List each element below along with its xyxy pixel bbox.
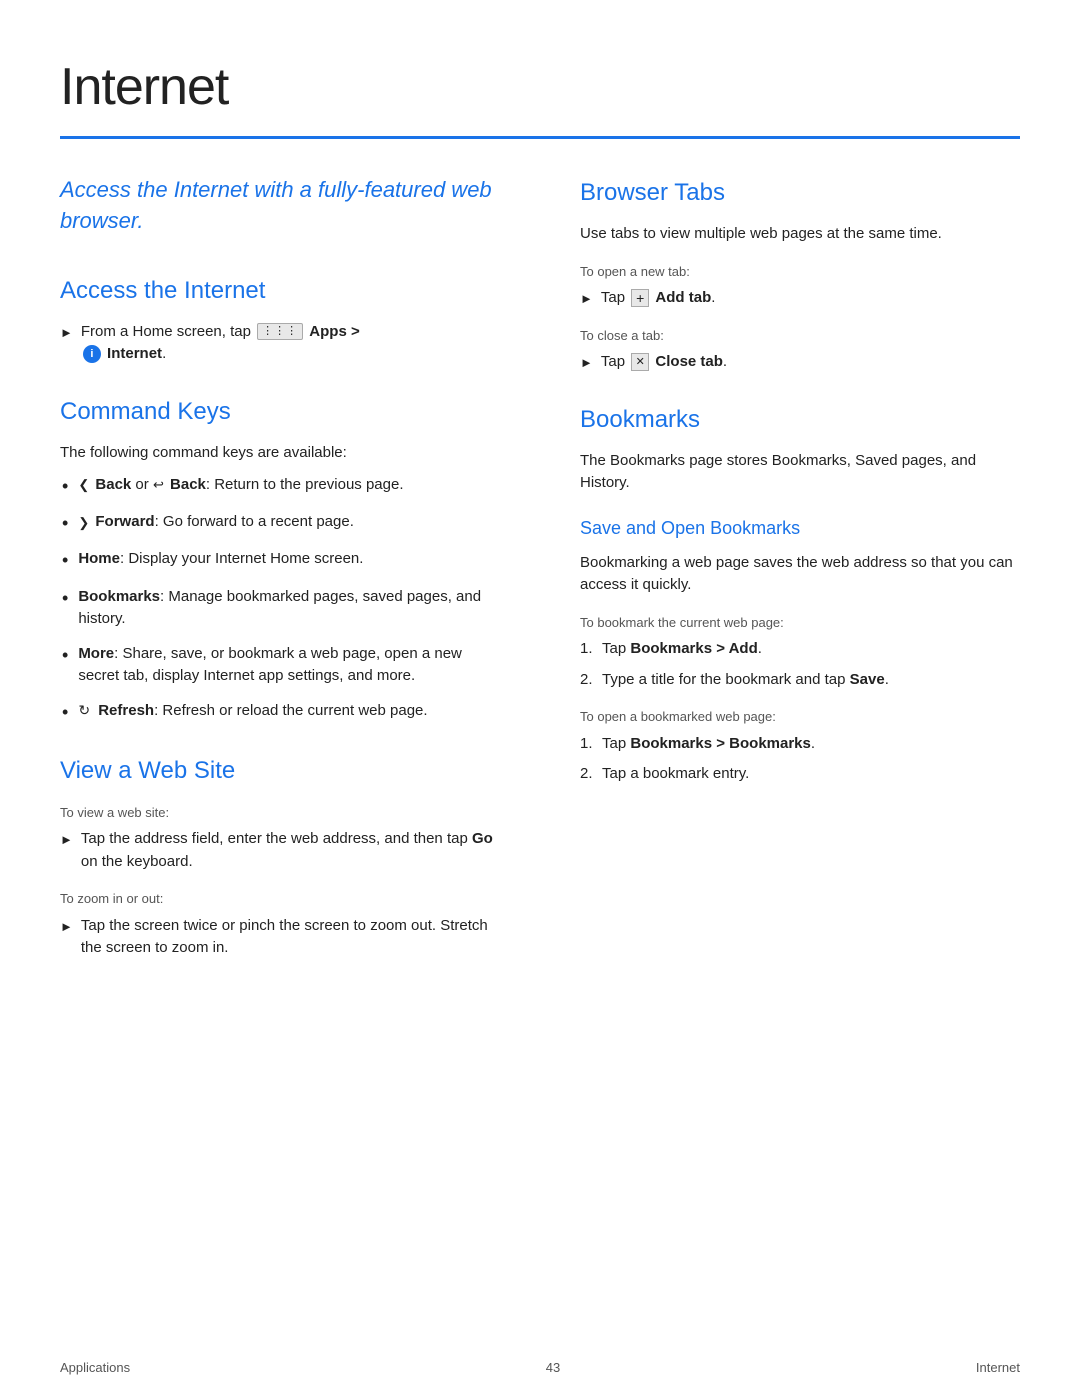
footer-right: Internet	[976, 1358, 1020, 1378]
save-open-title: Save and Open Bookmarks	[580, 515, 1020, 542]
list-item-bookmarks: • Bookmarks: Manage bookmarked pages, sa…	[60, 586, 500, 631]
bookmark-step-2: 2. Type a title for the bookmark and tap…	[580, 669, 1020, 692]
footer-center: 43	[130, 1358, 976, 1378]
command-keys-title: Command Keys	[60, 394, 500, 430]
arrow-icon: ►	[580, 353, 593, 373]
back-arrow-icon: ↩	[153, 475, 164, 495]
open-step-num-1: 1.	[580, 733, 602, 756]
bullet-dot: •	[62, 586, 68, 611]
access-internet-title: Access the Internet	[60, 273, 500, 309]
apps-grid-icon: ⋮⋮⋮	[257, 323, 303, 340]
bookmark-step-1: 1. Tap Bookmarks > Add.	[580, 638, 1020, 661]
page: Internet Access the Internet with a full…	[0, 0, 1080, 1397]
command-keys-list: • ❮ Back or ↩ Back: Return to the previo…	[60, 474, 500, 725]
blue-rule	[60, 136, 1020, 139]
list-item-home: • Home: Display your Internet Home scree…	[60, 548, 500, 573]
close-tab-icon: ✕	[631, 353, 649, 371]
section-access-internet: Access the Internet ► From a Home screen…	[60, 273, 500, 366]
subsection-save-open-bookmarks: Save and Open Bookmarks Bookmarking a we…	[580, 515, 1020, 786]
list-item-more: • More: Share, save, or bookmark a web p…	[60, 643, 500, 688]
close-tab-text: Tap ✕ Close tab.	[601, 351, 727, 374]
back-text: ❮ Back or ↩ Back: Return to the previous…	[78, 474, 500, 497]
access-internet-text: From a Home screen, tap ⋮⋮⋮ Apps > i Int…	[81, 321, 360, 366]
bullet-dot: •	[62, 548, 68, 573]
refresh-text: ↻ Refresh: Refresh or reload the current…	[78, 700, 500, 723]
command-keys-intro: The following command keys are available…	[60, 442, 500, 465]
to-zoom-label: To zoom in or out:	[60, 889, 500, 909]
arrow-icon: ►	[580, 289, 593, 309]
open-step-num-2: 2.	[580, 763, 602, 786]
left-column: Access the Internet with a fully-feature…	[60, 175, 540, 1337]
open-bookmark-steps-list: 1. Tap Bookmarks > Bookmarks. 2. Tap a b…	[580, 733, 1020, 786]
view-step1: ► Tap the address field, enter the web a…	[60, 828, 500, 873]
open-bookmark-step-2-text: Tap a bookmark entry.	[602, 763, 749, 786]
bullet-dot: •	[62, 700, 68, 725]
back-angle-icon: ❮	[78, 475, 89, 495]
right-column: Browser Tabs Use tabs to view multiple w…	[540, 175, 1020, 1337]
open-bookmark-step-1: 1. Tap Bookmarks > Bookmarks.	[580, 733, 1020, 756]
intro-text: Access the Internet with a fully-feature…	[60, 175, 500, 237]
open-bookmark-step-2: 2. Tap a bookmark entry.	[580, 763, 1020, 786]
arrow-icon: ►	[60, 917, 73, 937]
view-step2: ► Tap the screen twice or pinch the scre…	[60, 915, 500, 960]
page-title: Internet	[60, 48, 1020, 126]
home-text: Home: Display your Internet Home screen.	[78, 548, 500, 571]
section-bookmarks: Bookmarks The Bookmarks page stores Book…	[580, 402, 1020, 786]
bookmark-steps-list: 1. Tap Bookmarks > Add. 2. Type a title …	[580, 638, 1020, 691]
forward-icon: ❯	[78, 513, 89, 533]
view-step2-text: Tap the screen twice or pinch the screen…	[81, 915, 500, 960]
step-num-2: 2.	[580, 669, 602, 692]
step-num-1: 1.	[580, 638, 602, 661]
bullet-dot: •	[62, 643, 68, 668]
add-tab-icon: +	[631, 289, 649, 307]
forward-text: ❯ Forward: Go forward to a recent page.	[78, 511, 500, 534]
open-bookmark-step-1-text: Tap Bookmarks > Bookmarks.	[602, 733, 815, 756]
two-column-layout: Access the Internet with a fully-feature…	[60, 175, 1020, 1337]
browser-tabs-title: Browser Tabs	[580, 175, 1020, 211]
open-tab-step: ► Tap + Add tab.	[580, 287, 1020, 310]
section-view-web-site: View a Web Site To view a web site: ► Ta…	[60, 753, 500, 960]
bookmark-step-2-text: Type a title for the bookmark and tap Sa…	[602, 669, 889, 692]
bookmark-step-1-text: Tap Bookmarks > Add.	[602, 638, 762, 661]
save-intro: Bookmarking a web page saves the web add…	[580, 552, 1020, 597]
more-text: More: Share, save, or bookmark a web pag…	[78, 643, 500, 688]
browser-tabs-intro: Use tabs to view multiple web pages at t…	[580, 223, 1020, 246]
close-tab-label: To close a tab:	[580, 326, 1020, 346]
view-web-site-title: View a Web Site	[60, 753, 500, 789]
footer: Applications 43 Internet	[60, 1358, 1020, 1378]
list-item-forward: • ❯ Forward: Go forward to a recent page…	[60, 511, 500, 536]
footer-left: Applications	[60, 1358, 130, 1378]
bullet-dot: •	[62, 474, 68, 499]
close-tab-step: ► Tap ✕ Close tab.	[580, 351, 1020, 374]
bookmarks-title: Bookmarks	[580, 402, 1020, 438]
to-bookmark-label: To bookmark the current web page:	[580, 613, 1020, 633]
list-item-back: • ❮ Back or ↩ Back: Return to the previo…	[60, 474, 500, 499]
bullet-dot: •	[62, 511, 68, 536]
bookmarks-text: Bookmarks: Manage bookmarked pages, save…	[78, 586, 500, 631]
list-item-refresh: • ↻ Refresh: Refresh or reload the curre…	[60, 700, 500, 725]
section-browser-tabs: Browser Tabs Use tabs to view multiple w…	[580, 175, 1020, 374]
access-internet-step: ► From a Home screen, tap ⋮⋮⋮ Apps > i I…	[60, 321, 500, 366]
internet-app-icon: i	[83, 345, 101, 363]
open-tab-label: To open a new tab:	[580, 262, 1020, 282]
section-command-keys: Command Keys The following command keys …	[60, 394, 500, 725]
view-step1-text: Tap the address field, enter the web add…	[81, 828, 500, 873]
open-tab-text: Tap + Add tab.	[601, 287, 716, 310]
arrow-icon: ►	[60, 323, 73, 343]
to-open-bookmark-label: To open a bookmarked web page:	[580, 707, 1020, 727]
refresh-icon: ↻	[78, 700, 90, 721]
to-view-label: To view a web site:	[60, 803, 500, 823]
bookmarks-intro: The Bookmarks page stores Bookmarks, Sav…	[580, 450, 1020, 495]
arrow-icon: ►	[60, 830, 73, 850]
